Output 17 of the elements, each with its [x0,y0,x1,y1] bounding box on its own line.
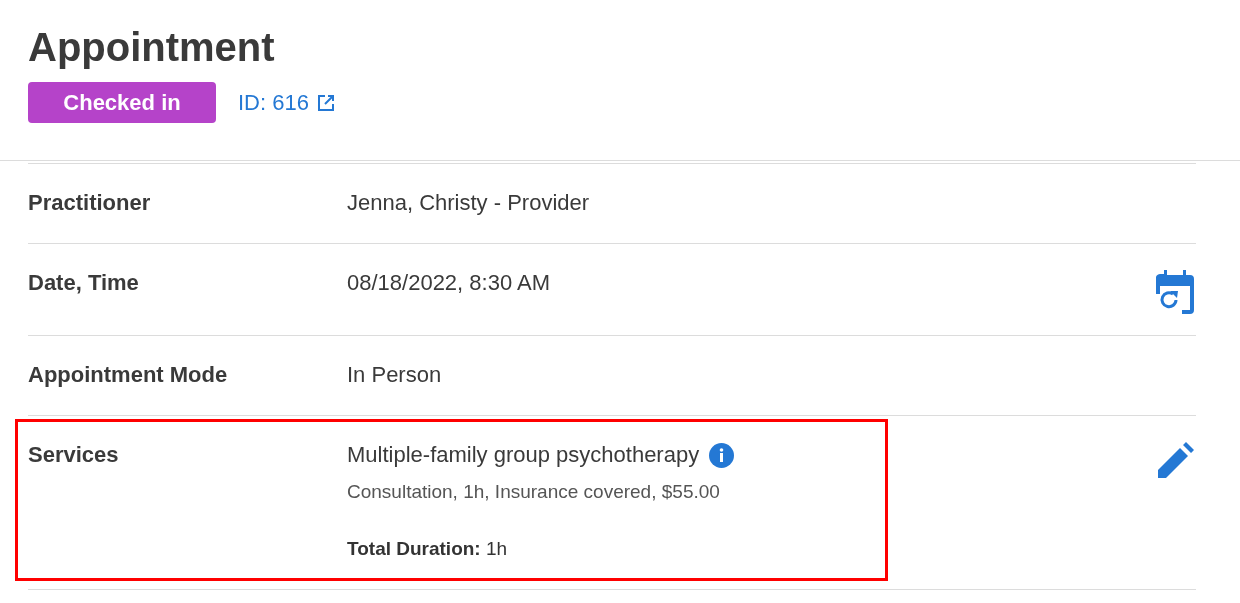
edit-icon[interactable] [1158,442,1194,478]
external-link-icon [316,93,335,112]
status-badge: Checked in [28,82,216,123]
calendar-refresh-icon[interactable] [1156,270,1194,314]
field-label: Date, Time [28,270,140,297]
field-label: Services [28,442,120,469]
info-icon[interactable] [709,442,735,468]
page-title: Appointment [28,24,276,70]
field-label: Practitioner [28,190,152,217]
service-details: Consultation, 1h, Insurance covered, $55.00 [347,480,721,504]
field-value: In Person [347,362,443,388]
service-name: Multiple-family group psychotherapy [347,442,700,468]
total-duration: Total Duration: 1h [347,537,509,561]
field-value: Jenna, Christy - Provider [347,190,591,216]
field-label: Appointment Mode [28,362,229,389]
field-value: 08/18/2022, 8:30 AM [347,270,552,296]
id-link[interactable]: ID: 616 [238,86,335,119]
